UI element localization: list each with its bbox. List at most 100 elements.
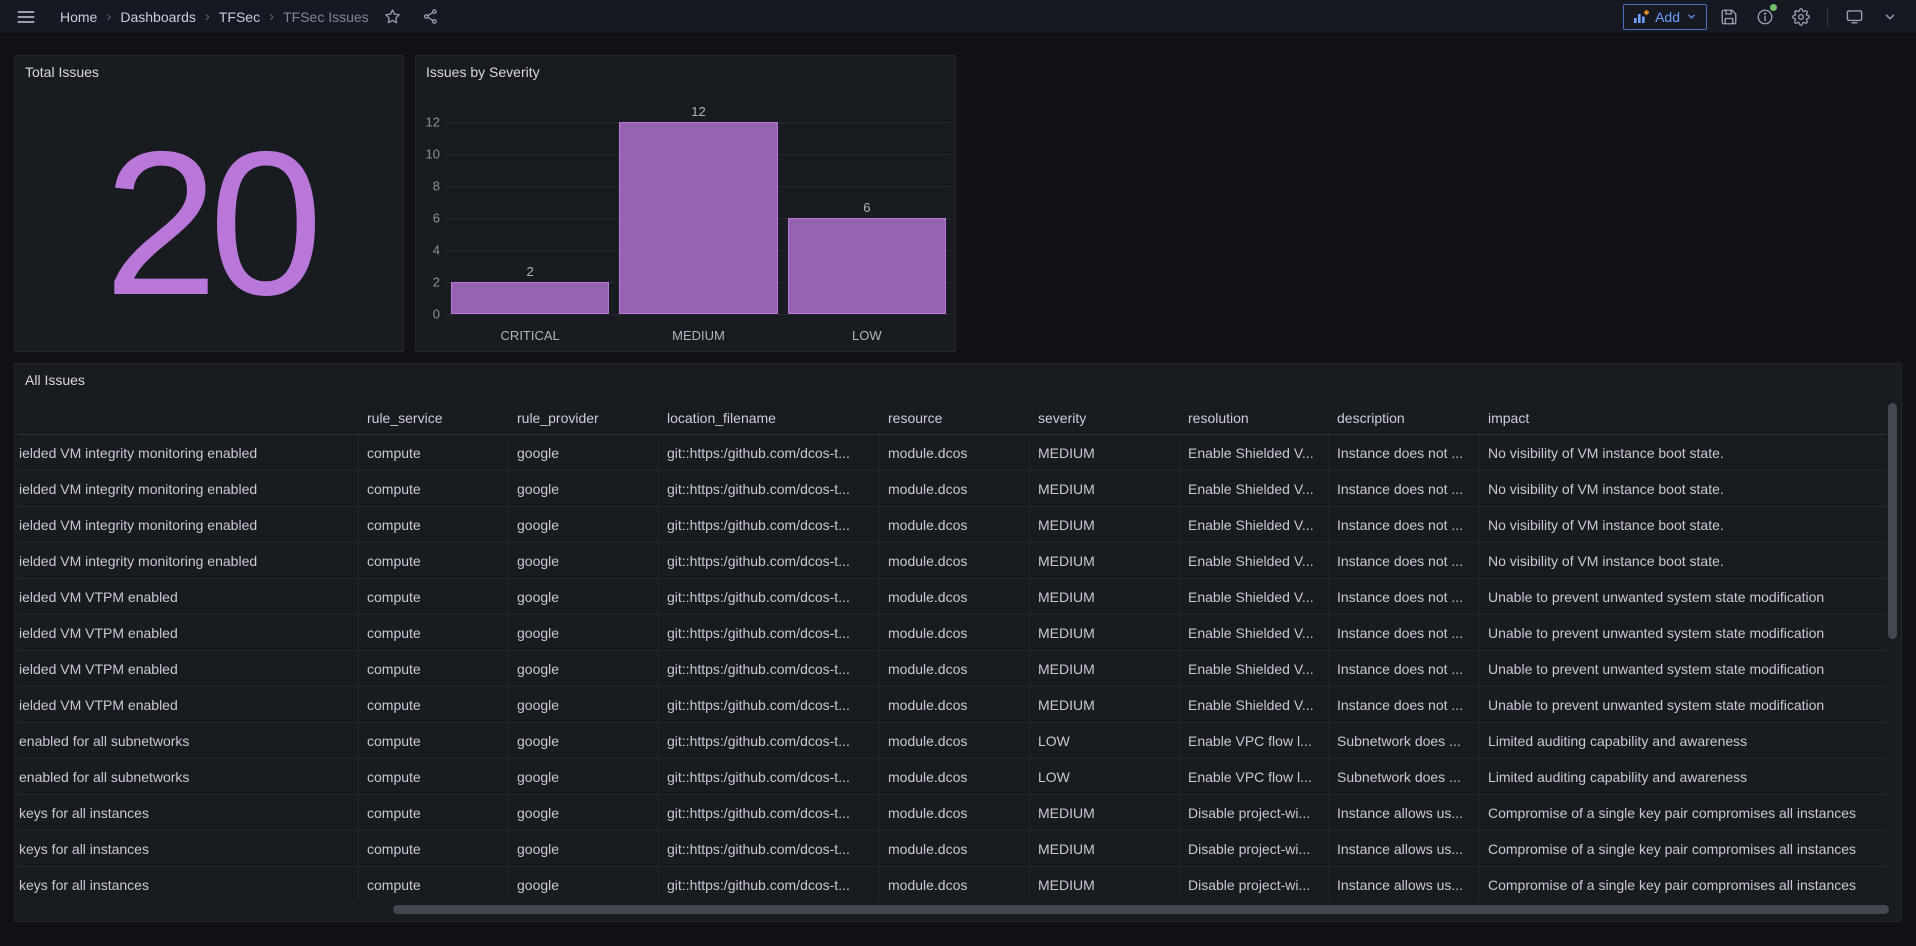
vertical-scrollbar-thumb[interactable]: [1888, 403, 1897, 639]
column-header-rule_service[interactable]: rule_service: [359, 410, 509, 426]
table-cell: Enable Shielded V...: [1180, 507, 1329, 542]
panel-title[interactable]: Total Issues: [25, 64, 99, 80]
add-button-label: Add: [1655, 9, 1680, 25]
table-cell: MEDIUM: [1030, 435, 1180, 470]
breadcrumb-item[interactable]: Home: [60, 9, 97, 25]
panel-issues-by-severity: Issues by Severity 0246810122CRITICAL12M…: [415, 55, 956, 352]
table-cell: Subnetwork does ...: [1329, 759, 1480, 794]
table-cell: MEDIUM: [1030, 867, 1180, 901]
table-cell: ielded VM integrity monitoring enabled: [17, 435, 359, 470]
table-cell: google: [509, 615, 659, 650]
table-cell: keys for all instances: [17, 867, 359, 901]
table-cell: module.dcos: [880, 579, 1030, 614]
dashboard-insights-icon[interactable]: [1751, 3, 1779, 31]
table-row: keys for all instancescomputegooglegit::…: [17, 831, 1887, 867]
table-cell: Compromise of a single key pair compromi…: [1480, 831, 1887, 866]
table-row: ielded VM integrity monitoring enabledco…: [17, 507, 1887, 543]
chevron-down-icon[interactable]: [1876, 3, 1904, 31]
column-header-impact[interactable]: impact: [1480, 410, 1887, 426]
status-dot: [1770, 4, 1777, 11]
table-cell: google: [509, 471, 659, 506]
column-header-resource[interactable]: resource: [880, 410, 1030, 426]
table-cell: google: [509, 831, 659, 866]
table-cell: git::https:/github.com/dcos-t...: [659, 579, 880, 614]
table-row: enabled for all subnetworkscomputegoogle…: [17, 759, 1887, 795]
table-cell: compute: [359, 507, 509, 542]
favorite-star-icon[interactable]: [379, 3, 407, 31]
table-cell: Compromise of a single key pair compromi…: [1480, 795, 1887, 830]
breadcrumb-separator: ›: [105, 8, 112, 25]
x-axis-category-label: LOW: [852, 328, 882, 343]
table-cell: module.dcos: [880, 867, 1030, 901]
table-header-row: rule_servicerule_providerlocation_filena…: [17, 402, 1887, 435]
breadcrumb: Home›Dashboards›TFSec›TFSec Issues: [60, 8, 369, 25]
gridline: [446, 314, 951, 315]
grafana-dashboard: Home›Dashboards›TFSec›TFSec Issues Add: [0, 0, 1916, 946]
table-cell: Enable Shielded V...: [1180, 687, 1329, 722]
table-cell: compute: [359, 723, 509, 758]
table-cell: compute: [359, 831, 509, 866]
table-cell: compute: [359, 795, 509, 830]
table-cell: module.dcos: [880, 795, 1030, 830]
table-cell: enabled for all subnetworks: [17, 723, 359, 758]
table-cell: google: [509, 579, 659, 614]
table-cell: Enable Shielded V...: [1180, 579, 1329, 614]
table-row: ielded VM VTPM enabledcomputegooglegit::…: [17, 687, 1887, 723]
table-cell: google: [509, 543, 659, 578]
table-cell: MEDIUM: [1030, 831, 1180, 866]
table-cell: git::https:/github.com/dcos-t...: [659, 795, 880, 830]
table-cell: Enable VPC flow l...: [1180, 759, 1329, 794]
table-cell: MEDIUM: [1030, 543, 1180, 578]
topbar-actions: Add: [1623, 3, 1904, 31]
column-header-rule_provider[interactable]: rule_provider: [509, 410, 659, 426]
table-row: enabled for all subnetworkscomputegoogle…: [17, 723, 1887, 759]
menu-toggle-icon[interactable]: [12, 3, 40, 31]
table-cell: MEDIUM: [1030, 651, 1180, 686]
table-cell: google: [509, 867, 659, 901]
table-cell: git::https:/github.com/dcos-t...: [659, 759, 880, 794]
table-cell: enabled for all subnetworks: [17, 759, 359, 794]
table-cell: MEDIUM: [1030, 687, 1180, 722]
top-navigation-bar: Home›Dashboards›TFSec›TFSec Issues Add: [0, 0, 1916, 34]
table-row: ielded VM VTPM enabledcomputegooglegit::…: [17, 579, 1887, 615]
horizontal-scrollbar-thumb[interactable]: [393, 905, 1889, 914]
table-cell: Unable to prevent unwanted system state …: [1480, 615, 1887, 650]
table-row: ielded VM VTPM enabledcomputegooglegit::…: [17, 651, 1887, 687]
breadcrumb-item: TFSec Issues: [283, 9, 369, 25]
table-cell: git::https:/github.com/dcos-t...: [659, 543, 880, 578]
table-cell: Enable Shielded V...: [1180, 471, 1329, 506]
table-cell: module.dcos: [880, 507, 1030, 542]
y-axis-tick-label: 10: [416, 147, 440, 162]
breadcrumb-item[interactable]: Dashboards: [120, 9, 196, 25]
column-header-severity[interactable]: severity: [1030, 410, 1180, 426]
table-cell: Unable to prevent unwanted system state …: [1480, 651, 1887, 686]
column-header-location_filename[interactable]: location_filename: [659, 410, 880, 426]
table-cell: Limited auditing capability and awarenes…: [1480, 759, 1887, 794]
share-icon[interactable]: [417, 3, 445, 31]
y-axis-tick-label: 2: [416, 275, 440, 290]
table-cell: Enable VPC flow l...: [1180, 723, 1329, 758]
table-cell: No visibility of VM instance boot state.: [1480, 435, 1887, 470]
table-cell: google: [509, 759, 659, 794]
table-cell: git::https:/github.com/dcos-t...: [659, 435, 880, 470]
table-cell: Instance allows us...: [1329, 867, 1480, 901]
table-cell: ielded VM VTPM enabled: [17, 615, 359, 650]
table-cell: google: [509, 435, 659, 470]
column-header-resolution[interactable]: resolution: [1180, 410, 1329, 426]
panel-title[interactable]: All Issues: [25, 372, 85, 388]
add-panel-button[interactable]: Add: [1623, 4, 1707, 30]
table-cell: Enable Shielded V...: [1180, 651, 1329, 686]
bar-chart: 0246810122CRITICAL12MEDIUM6LOW: [446, 122, 951, 314]
save-dashboard-icon[interactable]: [1715, 3, 1743, 31]
table-cell: Instance allows us...: [1329, 795, 1480, 830]
x-axis-category-label: CRITICAL: [501, 328, 560, 343]
tv-mode-icon[interactable]: [1840, 3, 1868, 31]
panel-title[interactable]: Issues by Severity: [426, 64, 540, 80]
breadcrumb-item[interactable]: TFSec: [219, 9, 260, 25]
column-header-description[interactable]: description: [1329, 410, 1480, 426]
table-cell: git::https:/github.com/dcos-t...: [659, 831, 880, 866]
panel-total-issues: Total Issues 20: [14, 55, 404, 352]
dashboard-settings-gear-icon[interactable]: [1787, 3, 1815, 31]
table-cell: MEDIUM: [1030, 471, 1180, 506]
panel-all-issues: All Issues rule_servicerule_providerloca…: [14, 363, 1902, 922]
